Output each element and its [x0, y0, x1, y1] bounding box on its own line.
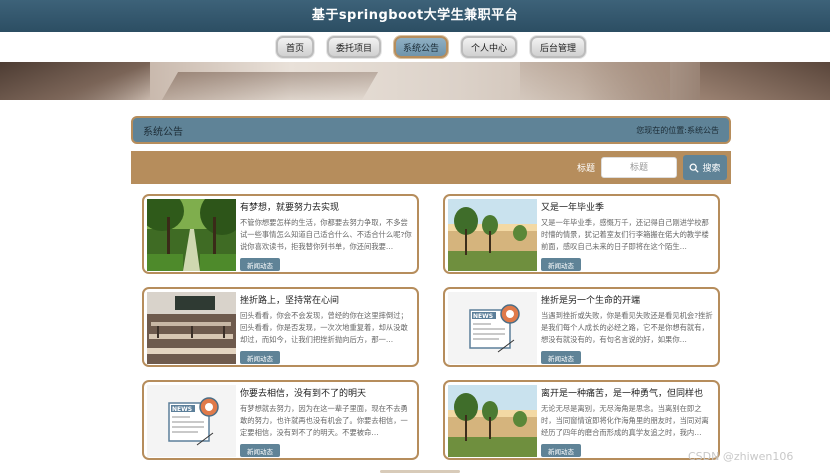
- breadcrumb-location-label: 您现在的位置:: [636, 125, 687, 135]
- card-description: 又是一年毕业季，感慨万千，还记得自己刚进学校那时懵的情景，犹记着室友们行李箱搬在…: [541, 218, 709, 251]
- card-thumbnail-forest-path: [147, 199, 236, 271]
- card-title[interactable]: 又是一年毕业季: [541, 200, 716, 213]
- search-bar: 标题 搜索: [131, 151, 731, 184]
- card-thumbnail-news-icon: NEWS: [147, 385, 236, 457]
- card-thumbnail-news-icon: NEWS: [448, 292, 537, 364]
- news-card[interactable]: NEWS 挫折是另一个生命的开端 当遇到挫折或失败，你是看见失败还是看见机会?挫…: [443, 287, 720, 367]
- site-title: 基于springboot大学生兼职平台: [311, 8, 519, 23]
- search-button[interactable]: 搜索: [683, 155, 727, 180]
- card-description: 不管你想要怎样的生活，你都要去努力争取，不多尝试一些事情怎么知道自己适合什么、不…: [240, 218, 412, 251]
- breadcrumb-location: 您现在的位置:系统公告: [636, 125, 719, 136]
- card-thumbnail-campus-building: [448, 385, 537, 457]
- search-label: 标题: [577, 164, 596, 174]
- news-card[interactable]: 有梦想，就要努力去实现 不管你想要怎样的生活，你都要去努力争取，不多尝试一些事情…: [142, 194, 419, 274]
- card-tag[interactable]: 新闻动态: [240, 351, 280, 364]
- card-title[interactable]: 有梦想，就要努力去实现: [240, 200, 415, 213]
- svg-text:NEWS: NEWS: [473, 313, 493, 320]
- card-tag[interactable]: 新闻动态: [240, 444, 280, 457]
- card-tag[interactable]: 新闻动态: [541, 351, 581, 364]
- card-description: 有梦想就去努力，因为在这一辈子里面，现在不去勇敢的努力，也许就再也没有机会了。你…: [240, 404, 408, 437]
- card-title[interactable]: 挫折是另一个生命的开端: [541, 293, 716, 306]
- news-card[interactable]: NEWS 你要去相信，没有到不了的明天 有梦想就去努力，因为在这一辈子里面，现在…: [142, 380, 419, 460]
- card-title[interactable]: 离开是一种痛苦，是一种勇气，但同样也: [541, 386, 716, 399]
- breadcrumb: 系统公告 您现在的位置:系统公告: [131, 116, 731, 144]
- card-tag[interactable]: 新闻动态: [541, 444, 581, 457]
- card-thumbnail-campus-building: [448, 199, 537, 271]
- search-button-label: 搜索: [702, 164, 721, 174]
- page-title: 系统公告: [143, 126, 183, 138]
- news-card[interactable]: 又是一年毕业季 又是一年毕业季，感慨万千，还记得自己刚进学校那时懵的情景，犹记着…: [443, 194, 720, 274]
- card-description: 无论无尽是离别，无尽海角是思念。当离别在即之时，当同窗情谊即将化作海角里的朋友时…: [541, 404, 709, 437]
- card-tag[interactable]: 新闻动态: [240, 258, 280, 271]
- card-description: 当遇到挫折或失败，你是看见失败还是看见机会?挫折是我们每个人成长的必经之路，它不…: [541, 311, 713, 344]
- card-description: 回头看看，你会不会发现，曾经的你在这里摔倒过；回头看看，你是否发现，一次次地重复…: [240, 311, 408, 344]
- watermark: CSDN @zhiwen106: [688, 450, 794, 463]
- nav-item-projects[interactable]: 委托项目: [327, 36, 381, 58]
- nav-item-admin[interactable]: 后台管理: [530, 36, 586, 58]
- nav-item-profile[interactable]: 个人中心: [461, 36, 517, 58]
- card-thumbnail-classroom: [147, 292, 236, 364]
- main-nav: 首页 委托项目 系统公告 个人中心 后台管理: [0, 32, 830, 62]
- nav-item-announcements[interactable]: 系统公告: [394, 36, 448, 58]
- banner-image: [0, 62, 830, 100]
- card-title[interactable]: 你要去相信，没有到不了的明天: [240, 386, 415, 399]
- search-input[interactable]: [601, 157, 677, 178]
- svg-text:NEWS: NEWS: [172, 406, 192, 413]
- breadcrumb-location-value[interactable]: 系统公告: [687, 126, 719, 135]
- card-tag[interactable]: 新闻动态: [541, 258, 581, 271]
- card-title[interactable]: 挫折路上，坚持常在心间: [240, 293, 415, 306]
- nav-item-home[interactable]: 首页: [276, 36, 314, 58]
- news-card[interactable]: 挫折路上，坚持常在心间 回头看看，你会不会发现，曾经的你在这里摔倒过；回头看看，…: [142, 287, 419, 367]
- search-icon: [690, 163, 700, 173]
- news-card[interactable]: 离开是一种痛苦，是一种勇气，但同样也 无论无尽是离别，无尽海角是思念。当离别在即…: [443, 380, 720, 460]
